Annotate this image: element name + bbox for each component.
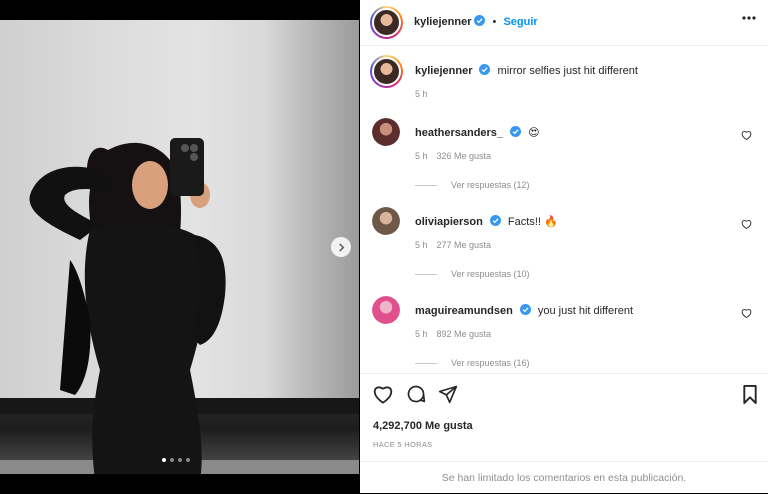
heart-icon[interactable] — [741, 130, 752, 140]
view-replies-label: Ver respuestas (10) — [451, 269, 530, 279]
comment-meta: 5 h 277 Me gusta — [415, 240, 491, 250]
carousel-dots — [162, 458, 190, 462]
caption-text: kyliejenner mirror selfies just hit diff… — [415, 64, 638, 77]
caption-meta: 5 h — [415, 89, 428, 99]
heart-icon[interactable] — [741, 308, 752, 318]
comment-text: oliviapierson Facts!! 🔥 — [415, 215, 558, 228]
share-icon — [438, 385, 458, 404]
replies-line — [415, 362, 437, 364]
author-info: kyliejenner • Seguir — [414, 15, 538, 28]
more-options-icon[interactable] — [742, 16, 756, 20]
action-icons — [372, 384, 458, 407]
person-figure — [29, 138, 226, 474]
commenter-username[interactable]: heathersanders_ — [415, 127, 503, 139]
post-header: kyliejenner • Seguir — [360, 0, 768, 46]
post-actions: 4,292,700 Me gusta HACE 5 HORAS Se han l… — [360, 373, 768, 493]
caption-body: mirror selfies just hit different — [497, 65, 638, 77]
carousel-dot — [186, 458, 190, 462]
separator-dot: • — [492, 16, 497, 28]
commenter-avatar[interactable] — [372, 207, 400, 235]
comment-body: you just hit different — [537, 305, 634, 317]
chevron-right-icon — [338, 242, 344, 252]
caption-username[interactable]: kyliejenner — [415, 65, 472, 77]
replies-line — [415, 273, 437, 275]
author-username[interactable]: kyliejenner — [414, 16, 471, 28]
post-timestamp: HACE 5 HORAS — [373, 440, 433, 449]
verified-icon — [510, 126, 522, 137]
comment-meta: 5 h 892 Me gusta — [415, 329, 491, 339]
view-replies-button[interactable]: Ver respuestas (16) — [415, 358, 530, 368]
verified-icon — [489, 215, 501, 226]
comment-likes[interactable]: 326 Me gusta — [437, 151, 492, 161]
comment-text: heathersanders_ 😍 — [415, 126, 540, 139]
commenter-username[interactable]: oliviapierson — [415, 216, 483, 228]
comment-body: 😍 — [528, 127, 540, 139]
comment-meta: 5 h 326 Me gusta — [415, 151, 491, 161]
comment-button[interactable] — [406, 384, 426, 407]
share-button[interactable] — [438, 384, 458, 407]
like-button[interactable] — [372, 384, 394, 407]
view-replies-label: Ver respuestas (12) — [451, 180, 530, 190]
bookmark-icon — [743, 385, 757, 404]
comment-time: 5 h — [415, 151, 428, 161]
comments-limited-notice: Se han limitado los comentarios en esta … — [360, 461, 768, 494]
view-replies-button[interactable]: Ver respuestas (10) — [415, 269, 530, 279]
post-side-panel: kyliejenner • Seguir kyliejenner mirror … — [360, 0, 768, 493]
commenter-avatar[interactable] — [372, 118, 400, 146]
comment-time: 5 h — [415, 329, 428, 339]
view-replies-button[interactable]: Ver respuestas (12) — [415, 180, 530, 190]
author-avatar[interactable] — [370, 55, 403, 88]
comment-likes[interactable]: 277 Me gusta — [437, 240, 492, 250]
heart-icon — [373, 386, 393, 404]
comment-body: Facts!! 🔥 — [507, 216, 558, 228]
caption-time: 5 h — [415, 89, 428, 99]
verified-icon — [474, 15, 486, 26]
comment-likes[interactable]: 892 Me gusta — [437, 329, 492, 339]
verified-icon — [519, 304, 531, 315]
likes-count[interactable]: 4,292,700 Me gusta — [373, 420, 473, 432]
comment-icon — [407, 385, 426, 403]
heart-icon[interactable] — [741, 219, 752, 229]
save-button[interactable] — [742, 385, 758, 407]
comments-list: kyliejenner mirror selfies just hit diff… — [360, 47, 768, 373]
post-modal: kyliejenner • Seguir kyliejenner mirror … — [0, 0, 768, 493]
carousel-dot — [178, 458, 182, 462]
verified-icon — [479, 64, 491, 75]
commenter-avatar[interactable] — [372, 296, 400, 324]
next-slide-button[interactable] — [331, 237, 351, 257]
commenter-username[interactable]: maguireamundsen — [415, 305, 513, 317]
replies-line — [415, 184, 437, 186]
follow-button[interactable]: Seguir — [503, 16, 537, 28]
comment-time: 5 h — [415, 240, 428, 250]
carousel-dot — [162, 458, 166, 462]
view-replies-label: Ver respuestas (16) — [451, 358, 530, 368]
post-photo[interactable] — [0, 20, 359, 474]
author-avatar[interactable] — [370, 6, 403, 39]
carousel-dot — [170, 458, 174, 462]
comment-text: maguireamundsen you just hit different — [415, 304, 633, 317]
